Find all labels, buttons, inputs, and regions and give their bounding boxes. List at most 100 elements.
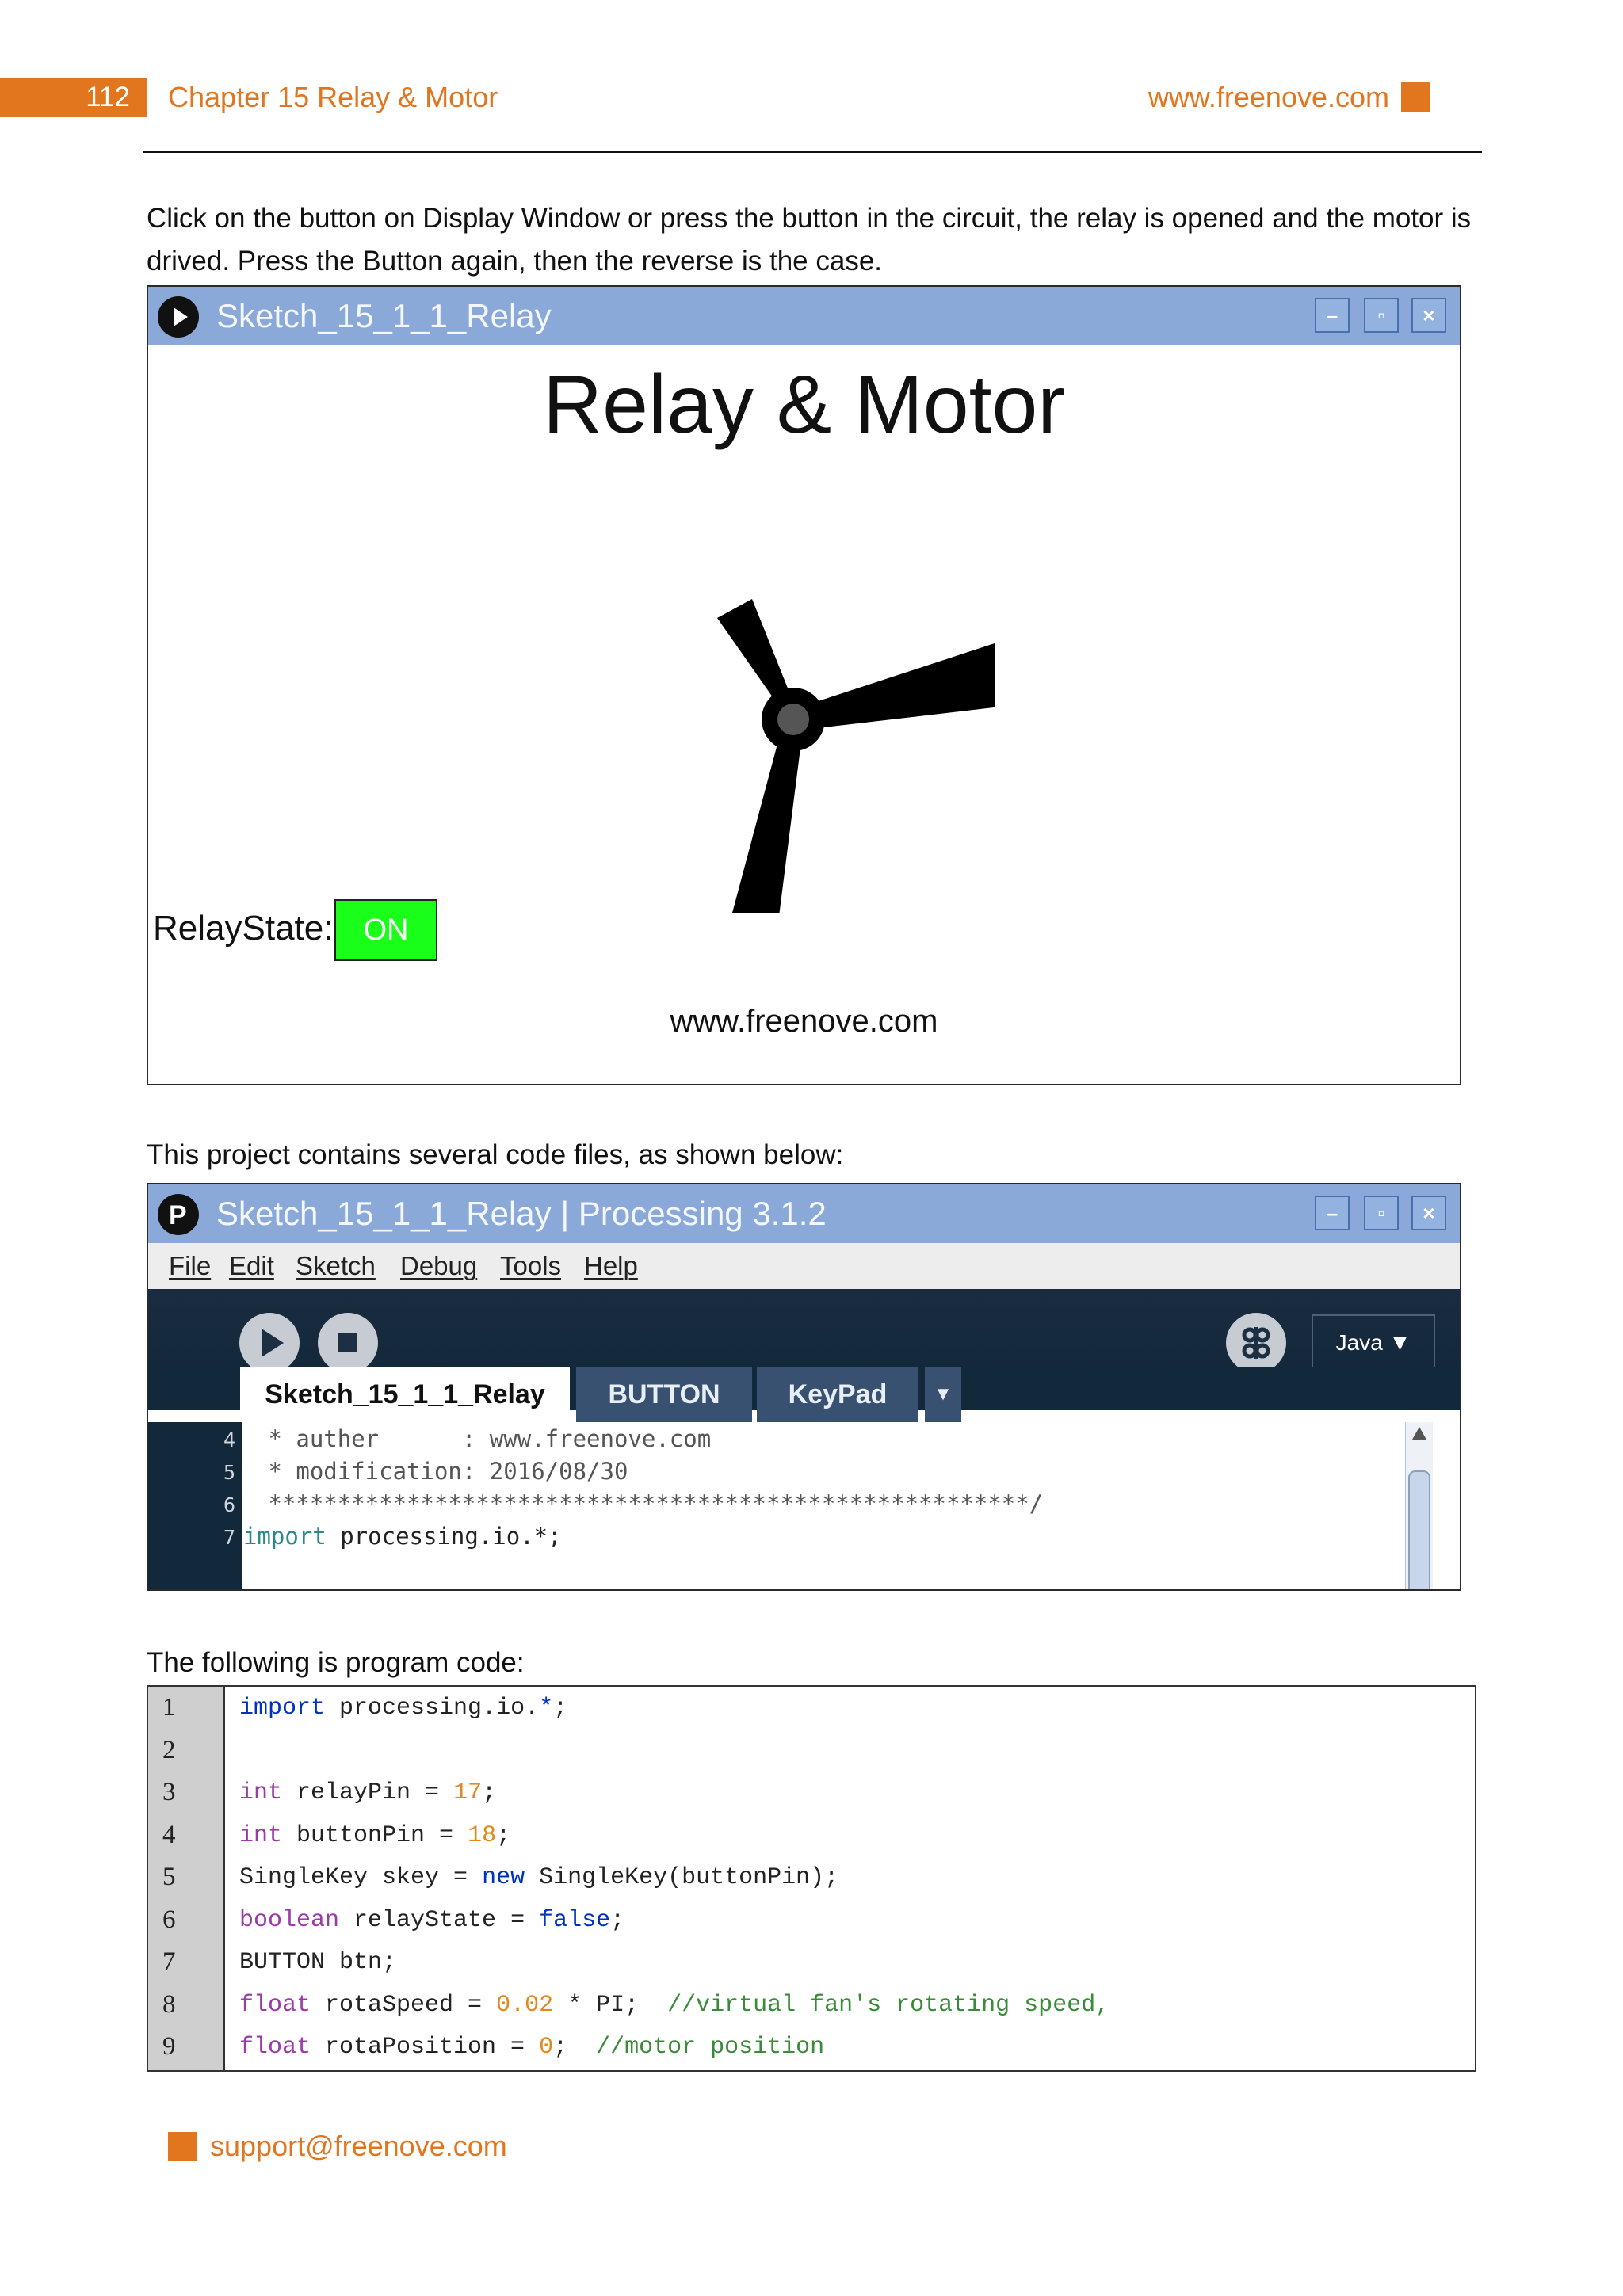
editor-line: ****************************************… [254, 1490, 1044, 1517]
menu-file[interactable]: File [169, 1243, 211, 1289]
code-line: int buttonPin = 18; [239, 1822, 510, 1849]
header-website-link[interactable]: www.freenove.com [1148, 78, 1389, 117]
code-token: SingleKey(buttonPin); [525, 1864, 839, 1891]
close-button[interactable]: × [1411, 298, 1446, 333]
code-token: ; [553, 1695, 568, 1722]
tab-sketch-relay[interactable]: Sketch_15_1_1_Relay [240, 1367, 570, 1422]
intro-paragraph: Click on the button on Display Window or… [147, 203, 1472, 277]
editor-line: * modification: 2016/08/30 [254, 1458, 628, 1485]
page-number: 112 [0, 78, 147, 117]
ide-titlebar: P Sketch_15_1_1_Relay | Processing 3.1.2… [148, 1184, 1460, 1243]
code-token: relayState = [339, 1906, 540, 1934]
code-line: BUTTON btn; [239, 1949, 396, 1976]
header-divider [143, 151, 1482, 153]
code-line: SingleKey skey = new SingleKey(buttonPin… [239, 1864, 838, 1891]
code-token: ; [553, 2034, 597, 2061]
code-token: BUTTON btn; [239, 1949, 397, 1976]
program-paragraph: The following is program code: [147, 1647, 525, 1678]
tab-keypad[interactable]: KeyPad [757, 1367, 918, 1422]
code-token: processing.io. [325, 1695, 540, 1722]
code-token: float [239, 1991, 311, 2019]
code-token: false [539, 1906, 611, 1934]
code-token: SingleKey skey = [239, 1864, 483, 1891]
sketch-titlebar: Sketch_15_1_1_Relay – ▫ × [148, 287, 1460, 345]
debug-icon[interactable] [1226, 1313, 1286, 1373]
code-token: //motor position [596, 2034, 825, 2061]
code-token: ; [610, 1906, 625, 1934]
tab-button[interactable]: BUTTON [576, 1367, 752, 1422]
code-token: * [539, 1695, 554, 1722]
editor-scrollbar[interactable] [1405, 1422, 1433, 1589]
gutter-line-number: 7 [223, 1526, 235, 1549]
sketch-heading: Relay & Motor [543, 359, 1065, 451]
code-line-number: 9 [162, 2032, 176, 2061]
code-line-number: 7 [162, 1947, 176, 1976]
code-token: //virtual fan's rotating speed, [667, 1991, 1110, 2019]
tab-bar: Sketch_15_1_1_Relay BUTTON KeyPad ▼ [148, 1367, 1460, 1422]
code-line-number: 1 [162, 1693, 176, 1722]
code-token: 18 [468, 1821, 497, 1849]
code-line: boolean relayState = false; [239, 1907, 624, 1934]
code-line-gutter: 1 2 3 4 5 6 7 8 9 [148, 1687, 225, 2070]
menu-tools[interactable]: Tools [500, 1243, 561, 1289]
code-line: float rotaPosition = 0; //motor position [239, 2034, 824, 2061]
play-app-icon [158, 296, 199, 338]
mode-selector[interactable]: Java ▼ [1312, 1314, 1435, 1371]
processing-logo-icon: P [158, 1194, 199, 1235]
code-token: float [239, 2034, 311, 2061]
sketch-window: Sketch_15_1_1_Relay – ▫ × Relay & Motor … [147, 285, 1461, 1085]
fan-icon [717, 599, 995, 913]
play-icon[interactable] [239, 1313, 300, 1373]
menu-sketch[interactable]: Sketch [296, 1243, 376, 1289]
close-button[interactable]: × [1411, 1196, 1446, 1230]
code-token: import [239, 1695, 326, 1722]
code-line-number: 2 [162, 1735, 176, 1764]
sketch-window-title: Sketch_15_1_1_Relay [216, 297, 552, 334]
ide-window-title: Sketch_15_1_1_Relay | Processing 3.1.2 [216, 1195, 827, 1232]
code-editor[interactable]: 4 5 6 7 * auther : www.freenove.com * mo… [148, 1422, 1460, 1589]
import-keyword: import [243, 1523, 327, 1550]
code-line-number: 3 [162, 1778, 176, 1806]
tab-dropdown-icon[interactable]: ▼ [925, 1367, 961, 1422]
svg-text:P: P [169, 1200, 187, 1230]
stop-icon[interactable] [318, 1313, 378, 1373]
menu-debug[interactable]: Debug [400, 1243, 477, 1289]
code-token: relayPin = [282, 1779, 454, 1806]
code-token: 0.02 [496, 1991, 554, 2019]
support-email-link[interactable]: support@freenove.com [210, 2126, 507, 2166]
code-line-number: 4 [162, 1820, 176, 1849]
code-line-number: 8 [162, 1989, 176, 2019]
code-line: int relayPin = 17; [239, 1779, 496, 1806]
chapter-title: Chapter 15 Relay & Motor [168, 81, 498, 113]
code-token: buttonPin = [282, 1821, 468, 1849]
minimize-button[interactable]: – [1315, 298, 1350, 333]
gutter-line-number: 6 [223, 1493, 235, 1516]
code-token: ; [482, 1779, 497, 1806]
menu-help[interactable]: Help [584, 1243, 638, 1289]
code-token: int [239, 1779, 283, 1806]
gutter-line-number: 4 [223, 1428, 235, 1451]
code-token: 0 [539, 2034, 554, 2061]
menu-edit[interactable]: Edit [229, 1243, 274, 1289]
code-line-number: 5 [162, 1863, 176, 1891]
code-line: float rotaSpeed = 0.02 * PI; //virtual f… [239, 1992, 1109, 2019]
code-token: 17 [453, 1779, 483, 1806]
code-token: * PI; [553, 1991, 668, 2019]
editor-line: * auther : www.freenove.com [254, 1425, 712, 1452]
code-token: new [482, 1864, 525, 1891]
code-line: import processing.io.*; [239, 1695, 567, 1722]
header-orange-square [1401, 82, 1430, 112]
footer-orange-square [168, 2132, 197, 2161]
gutter-line-number: 5 [223, 1461, 235, 1484]
relay-on-button[interactable]: ON [334, 899, 437, 961]
relay-state-label: RelayState: [153, 909, 334, 948]
import-rest: processing.io.*; [326, 1523, 562, 1550]
code-token: boolean [239, 1906, 340, 1934]
menu-bar: File Edit Sketch Debug Tools Help [148, 1243, 1460, 1289]
code-token: rotaPosition = [311, 2034, 540, 2061]
maximize-button[interactable]: ▫ [1364, 298, 1399, 333]
maximize-button[interactable]: ▫ [1364, 1196, 1399, 1230]
code-token: rotaSpeed = [311, 1991, 497, 2019]
code-listing: 123456789 import processing.io.*; int rel… [147, 1685, 1476, 2072]
minimize-button[interactable]: – [1315, 1196, 1350, 1230]
